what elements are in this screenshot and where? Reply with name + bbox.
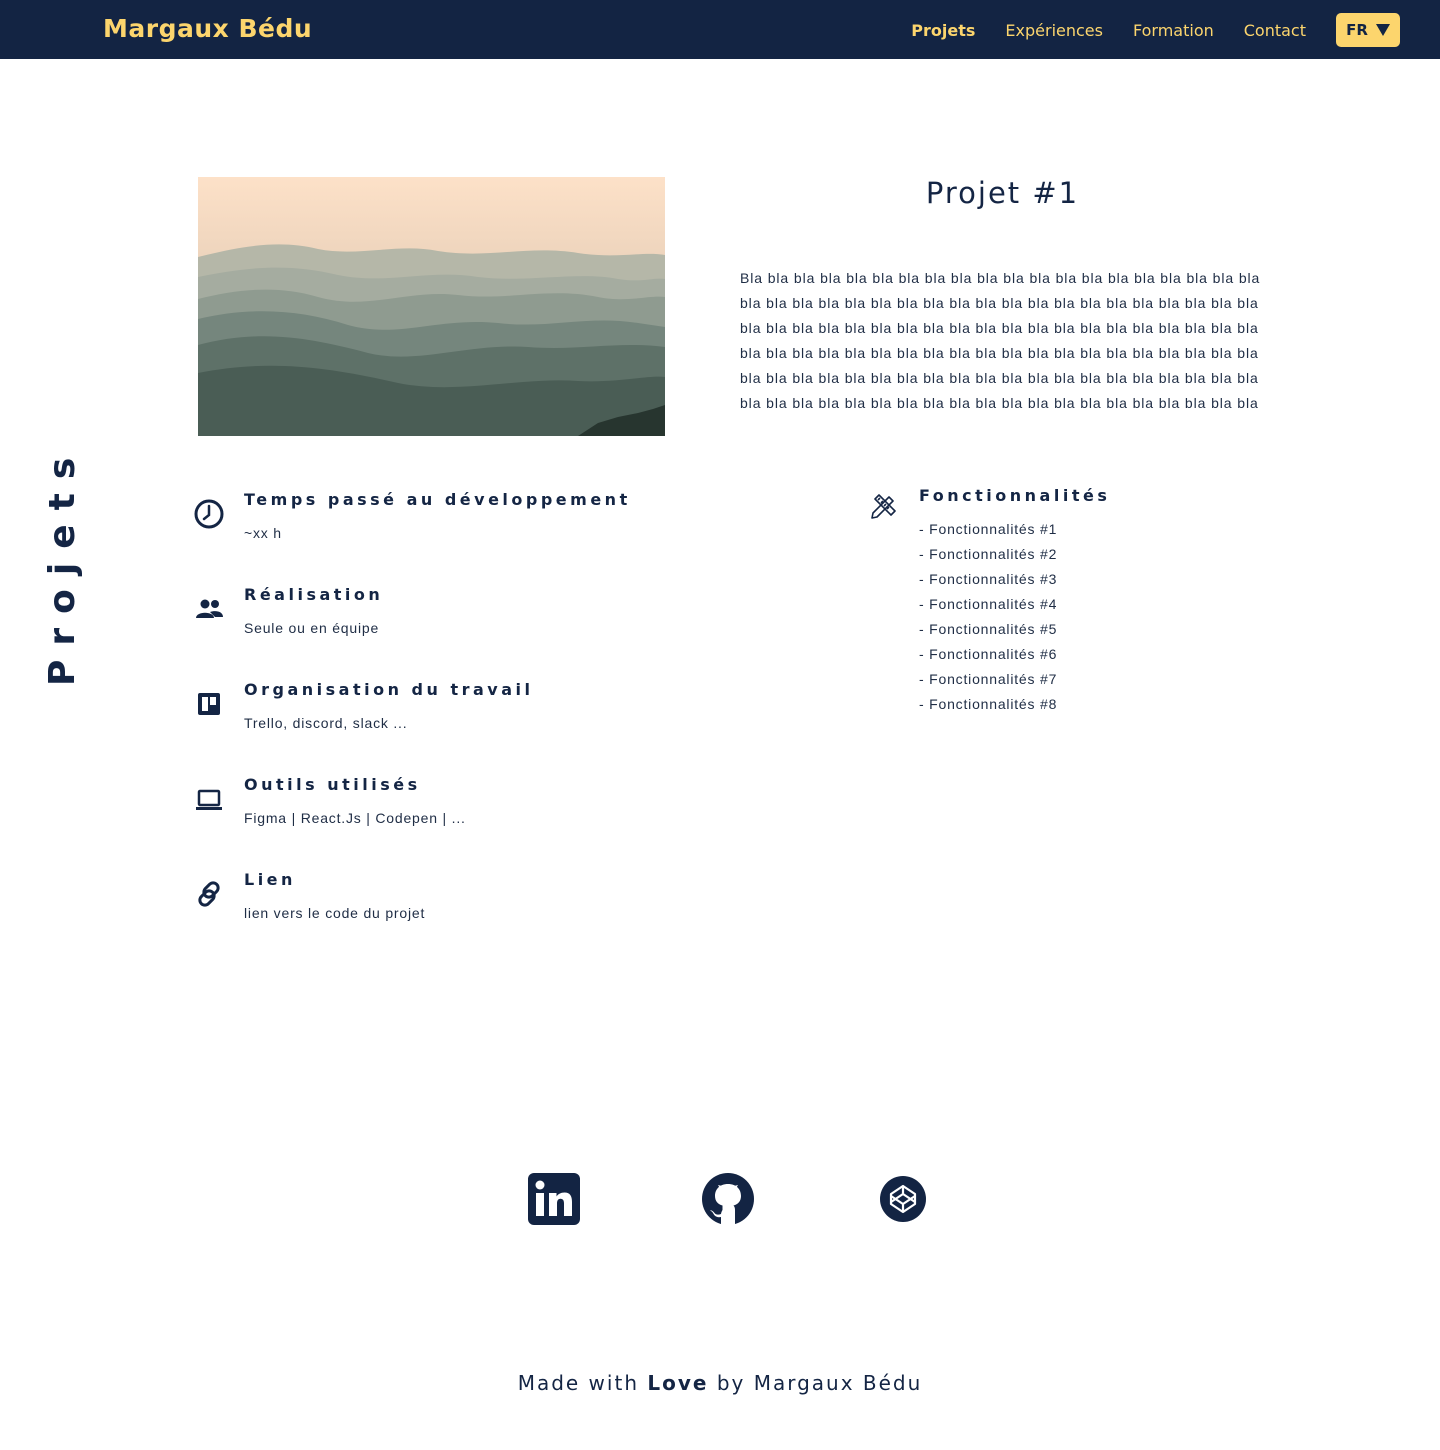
detail-tools: Outils utilisés Figma | React.Js | Codep… xyxy=(193,775,713,845)
project-image xyxy=(198,177,665,436)
detail-value: ~xx h xyxy=(244,525,282,541)
detail-title: Outils utilisés xyxy=(244,775,421,794)
detail-organisation: Organisation du travail Trello, discord,… xyxy=(193,680,713,750)
features-title: Fonctionnalités xyxy=(919,486,1111,505)
detail-value: Trello, discord, slack ... xyxy=(244,715,408,731)
footer-prefix: Made with xyxy=(517,1371,639,1395)
codepen-icon[interactable] xyxy=(877,1173,929,1225)
detail-link: Lien lien vers le code du projet xyxy=(193,870,713,940)
caret-down-icon xyxy=(1375,24,1390,36)
trello-icon xyxy=(193,688,225,720)
feature-item: - Fonctionnalités #2 xyxy=(919,546,1058,562)
top-navbar: Margaux Bédu Projets Expériences Formati… xyxy=(0,0,1440,59)
nav-formation[interactable]: Formation xyxy=(1133,21,1214,40)
feature-item: - Fonctionnalités #3 xyxy=(919,571,1058,587)
detail-title: Réalisation xyxy=(244,585,384,604)
language-select[interactable]: FR xyxy=(1336,13,1400,47)
section-title: Projets xyxy=(42,443,83,686)
pencil-ruler-icon xyxy=(868,490,900,522)
project-title: Projet #1 xyxy=(925,176,1080,210)
brand-logo[interactable]: Margaux Bédu xyxy=(103,14,312,43)
project-link[interactable]: lien vers le code du projet xyxy=(244,905,425,921)
github-icon[interactable] xyxy=(702,1173,754,1225)
feature-item: - Fonctionnalités #7 xyxy=(919,671,1058,687)
people-icon xyxy=(193,593,225,625)
detail-title: Organisation du travail xyxy=(244,680,534,699)
clock-icon xyxy=(193,498,225,530)
linkedin-icon[interactable] xyxy=(528,1173,580,1225)
mountains-landscape xyxy=(198,177,665,436)
nav-contact[interactable]: Contact xyxy=(1244,21,1306,40)
detail-dev-time: Temps passé au développement ~xx h xyxy=(193,490,713,560)
laptop-icon xyxy=(193,783,225,815)
detail-realisation: Réalisation Seule ou en équipe xyxy=(193,585,713,655)
footer-suffix: by Margaux Bédu xyxy=(716,1371,923,1395)
link-icon xyxy=(193,878,225,910)
feature-item: - Fonctionnalités #6 xyxy=(919,646,1058,662)
feature-item: - Fonctionnalités #1 xyxy=(919,521,1058,537)
language-label: FR xyxy=(1346,21,1368,39)
main-nav: Projets Expériences Formation Contact FR xyxy=(911,13,1400,47)
nav-projets[interactable]: Projets xyxy=(911,21,975,40)
feature-item: - Fonctionnalités #4 xyxy=(919,596,1058,612)
features-list: - Fonctionnalités #1 - Fonctionnalités #… xyxy=(919,517,1057,717)
detail-value: Figma | React.Js | Codepen | ... xyxy=(244,810,466,826)
footer-credit: Made with Love by Margaux Bédu xyxy=(0,1371,1440,1395)
feature-item: - Fonctionnalités #8 xyxy=(919,696,1058,712)
detail-title: Lien xyxy=(244,870,296,889)
project-description: Bla bla bla bla bla bla bla bla bla bla … xyxy=(740,270,1261,411)
detail-title: Temps passé au développement xyxy=(244,490,631,509)
footer-emphasis: Love xyxy=(647,1371,709,1395)
feature-item: - Fonctionnalités #5 xyxy=(919,621,1058,637)
detail-value: Seule ou en équipe xyxy=(244,620,380,636)
nav-experiences[interactable]: Expériences xyxy=(1005,21,1103,40)
